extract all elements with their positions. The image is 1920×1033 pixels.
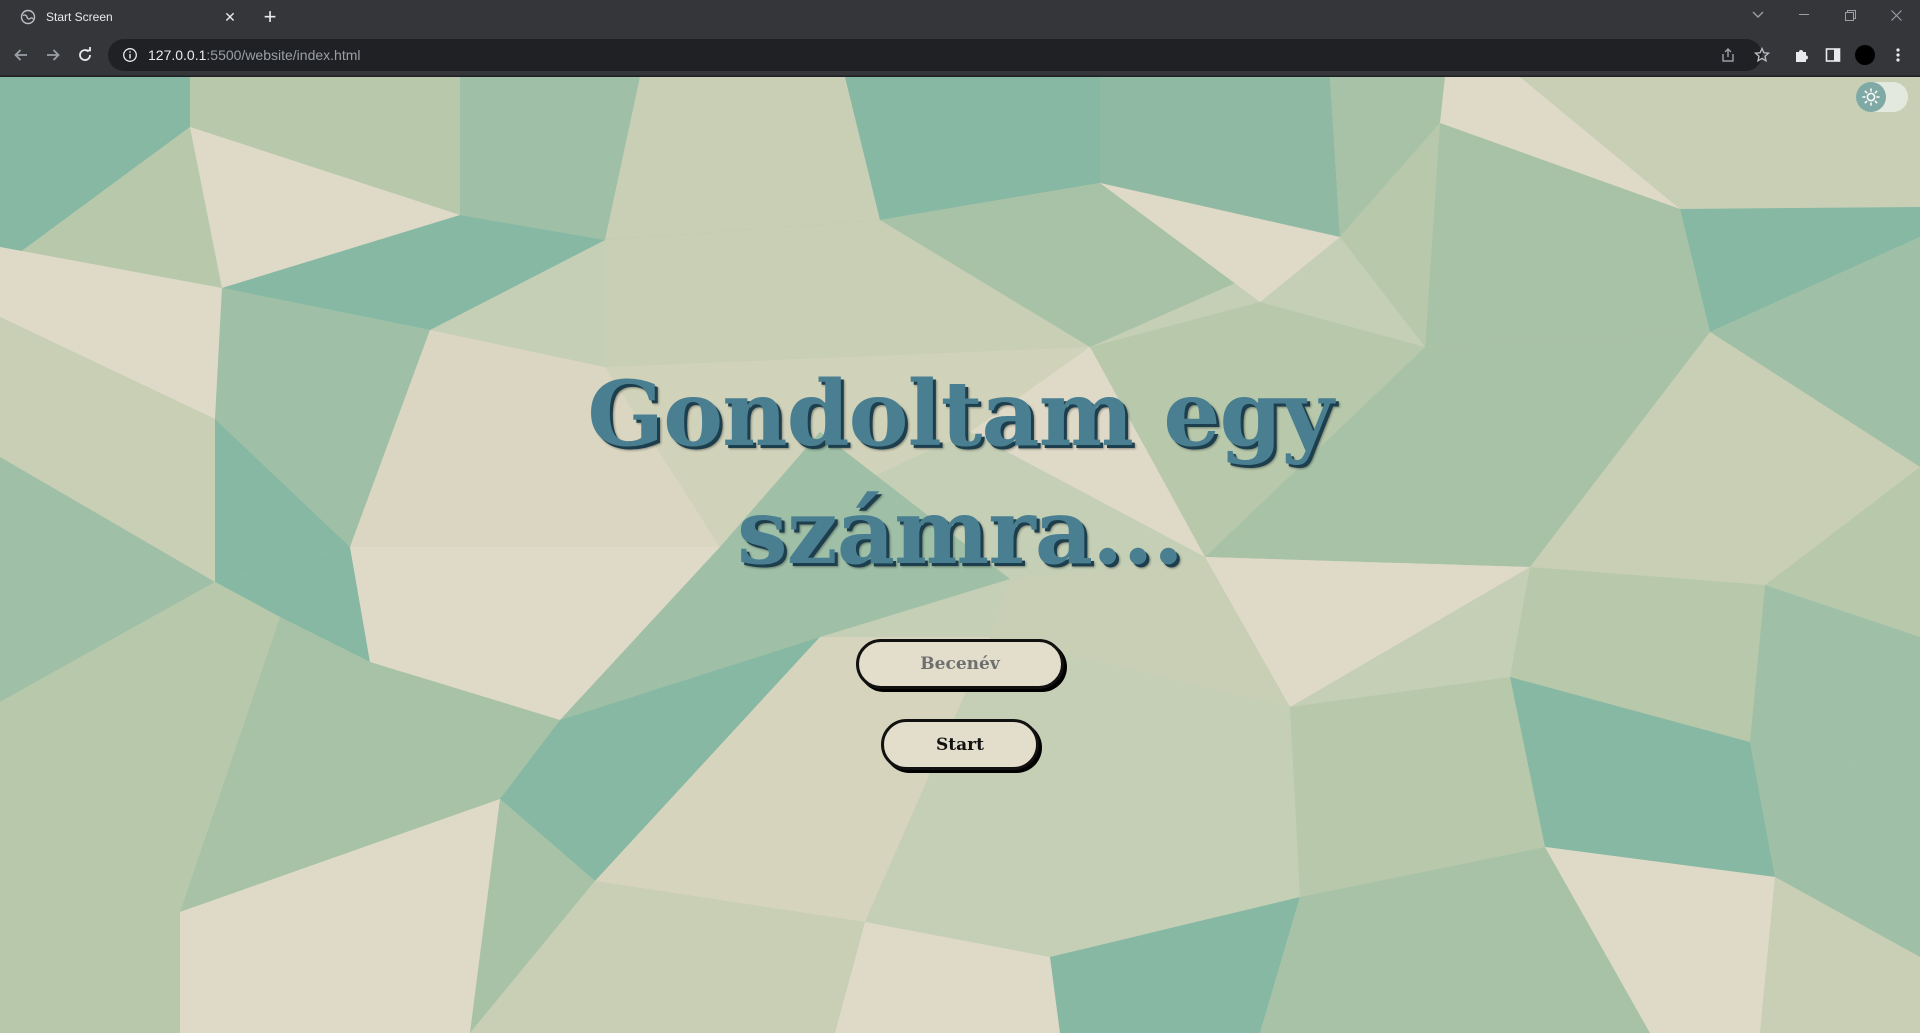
theme-toggle[interactable] (1856, 82, 1908, 112)
page-title-line2: számra... (736, 479, 1184, 585)
kebab-menu-icon[interactable] (1886, 43, 1910, 67)
tab-search-icon[interactable] (1736, 0, 1780, 30)
side-panel-icon[interactable] (1821, 43, 1845, 67)
extensions-icon[interactable] (1789, 43, 1813, 67)
window-close-icon[interactable] (1874, 0, 1918, 30)
avatar[interactable] (1855, 45, 1875, 65)
browser-tabstrip: Start Screen ✕ + (0, 0, 1920, 34)
site-info-icon[interactable] (122, 47, 138, 63)
close-icon[interactable]: ✕ (222, 9, 238, 25)
url-text: 127.0.0.1:5500/website/index.html (148, 47, 360, 63)
minimize-icon[interactable] (1782, 0, 1826, 30)
bookmark-star-icon[interactable] (1731, 45, 1751, 65)
globe-icon (20, 9, 36, 25)
restore-icon[interactable] (1828, 0, 1872, 30)
url-host: 127.0.0.1 (148, 47, 207, 63)
start-button[interactable]: Start (881, 719, 1039, 770)
url-path: :5500/website/index.html (206, 47, 361, 63)
bookmark-star-icon[interactable] (1750, 43, 1774, 67)
page-title-line1: Gondoltam egy (587, 361, 1333, 467)
forward-icon[interactable] (41, 43, 65, 67)
reload-icon[interactable] (73, 43, 97, 67)
page-viewport: Gondoltam egy számra... Start (0, 77, 1920, 1033)
tab-title: Start Screen (46, 10, 113, 24)
browser-toolbar: 127.0.0.1:5500/website/index.html (0, 34, 1920, 76)
browser-tab[interactable]: Start Screen ✕ (8, 0, 248, 34)
address-bar[interactable]: 127.0.0.1:5500/website/index.html (108, 39, 1762, 71)
sun-icon (1856, 82, 1886, 112)
nickname-input[interactable] (856, 639, 1064, 689)
back-icon[interactable] (9, 43, 33, 67)
page-title: Gondoltam egy számra... (460, 355, 1460, 591)
new-tab-icon[interactable]: + (258, 6, 282, 30)
